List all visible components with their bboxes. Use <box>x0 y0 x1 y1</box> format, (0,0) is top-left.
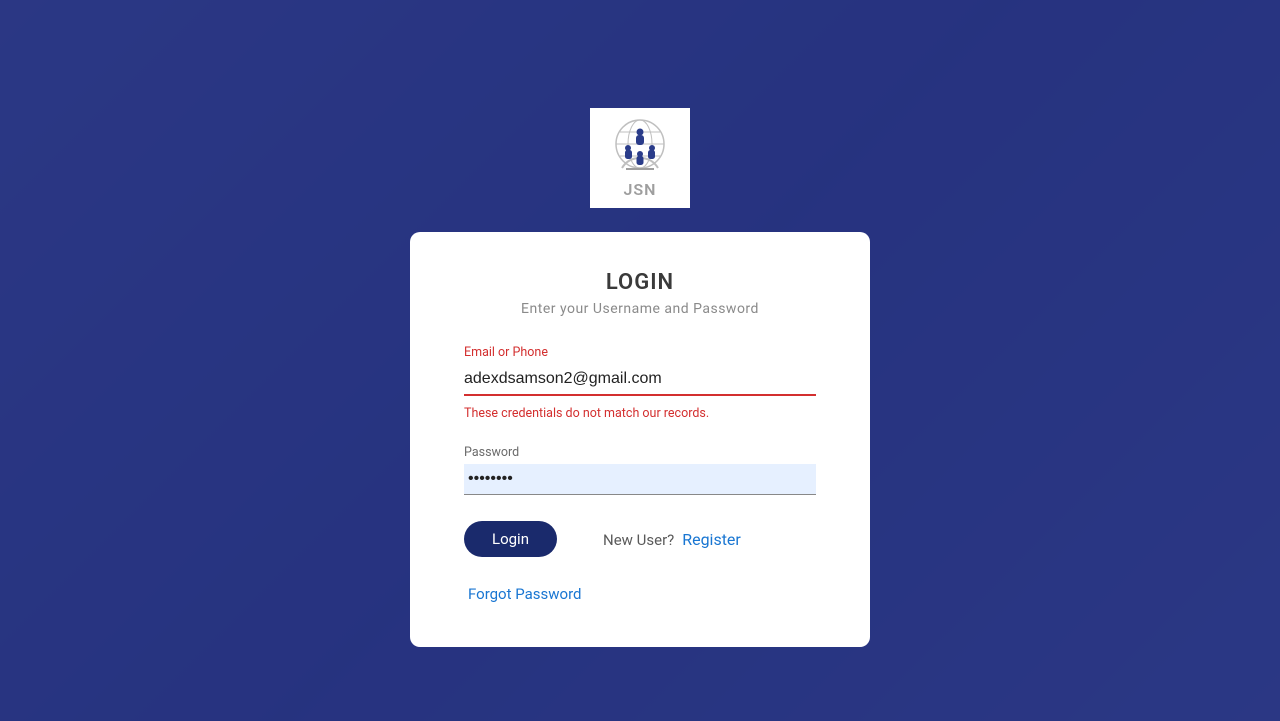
forgot-password-link[interactable]: Forgot Password <box>468 585 582 603</box>
brand-logo: JSN <box>590 108 690 208</box>
new-user-group: New User? Register <box>603 530 741 549</box>
register-link[interactable]: Register <box>682 530 741 549</box>
logo-text: JSN <box>624 180 657 199</box>
actions-row: Login New User? Register <box>464 521 816 557</box>
email-field-group: Email or Phone These credentials do not … <box>464 345 816 421</box>
password-field-group: Password <box>464 445 816 495</box>
login-button[interactable]: Login <box>464 521 557 557</box>
email-label: Email or Phone <box>464 345 816 360</box>
new-user-text: New User? <box>603 531 674 549</box>
card-subtitle: Enter your Username and Password <box>464 301 816 317</box>
email-input[interactable] <box>464 364 816 396</box>
card-title: LOGIN <box>464 270 816 295</box>
password-input[interactable] <box>464 464 816 495</box>
globe-people-icon <box>610 118 670 178</box>
main-container: JSN LOGIN Enter your Username and Passwo… <box>0 0 1280 647</box>
email-error-message: These credentials do not match our recor… <box>464 406 816 421</box>
login-card: LOGIN Enter your Username and Password E… <box>410 232 870 647</box>
password-label: Password <box>464 445 816 460</box>
